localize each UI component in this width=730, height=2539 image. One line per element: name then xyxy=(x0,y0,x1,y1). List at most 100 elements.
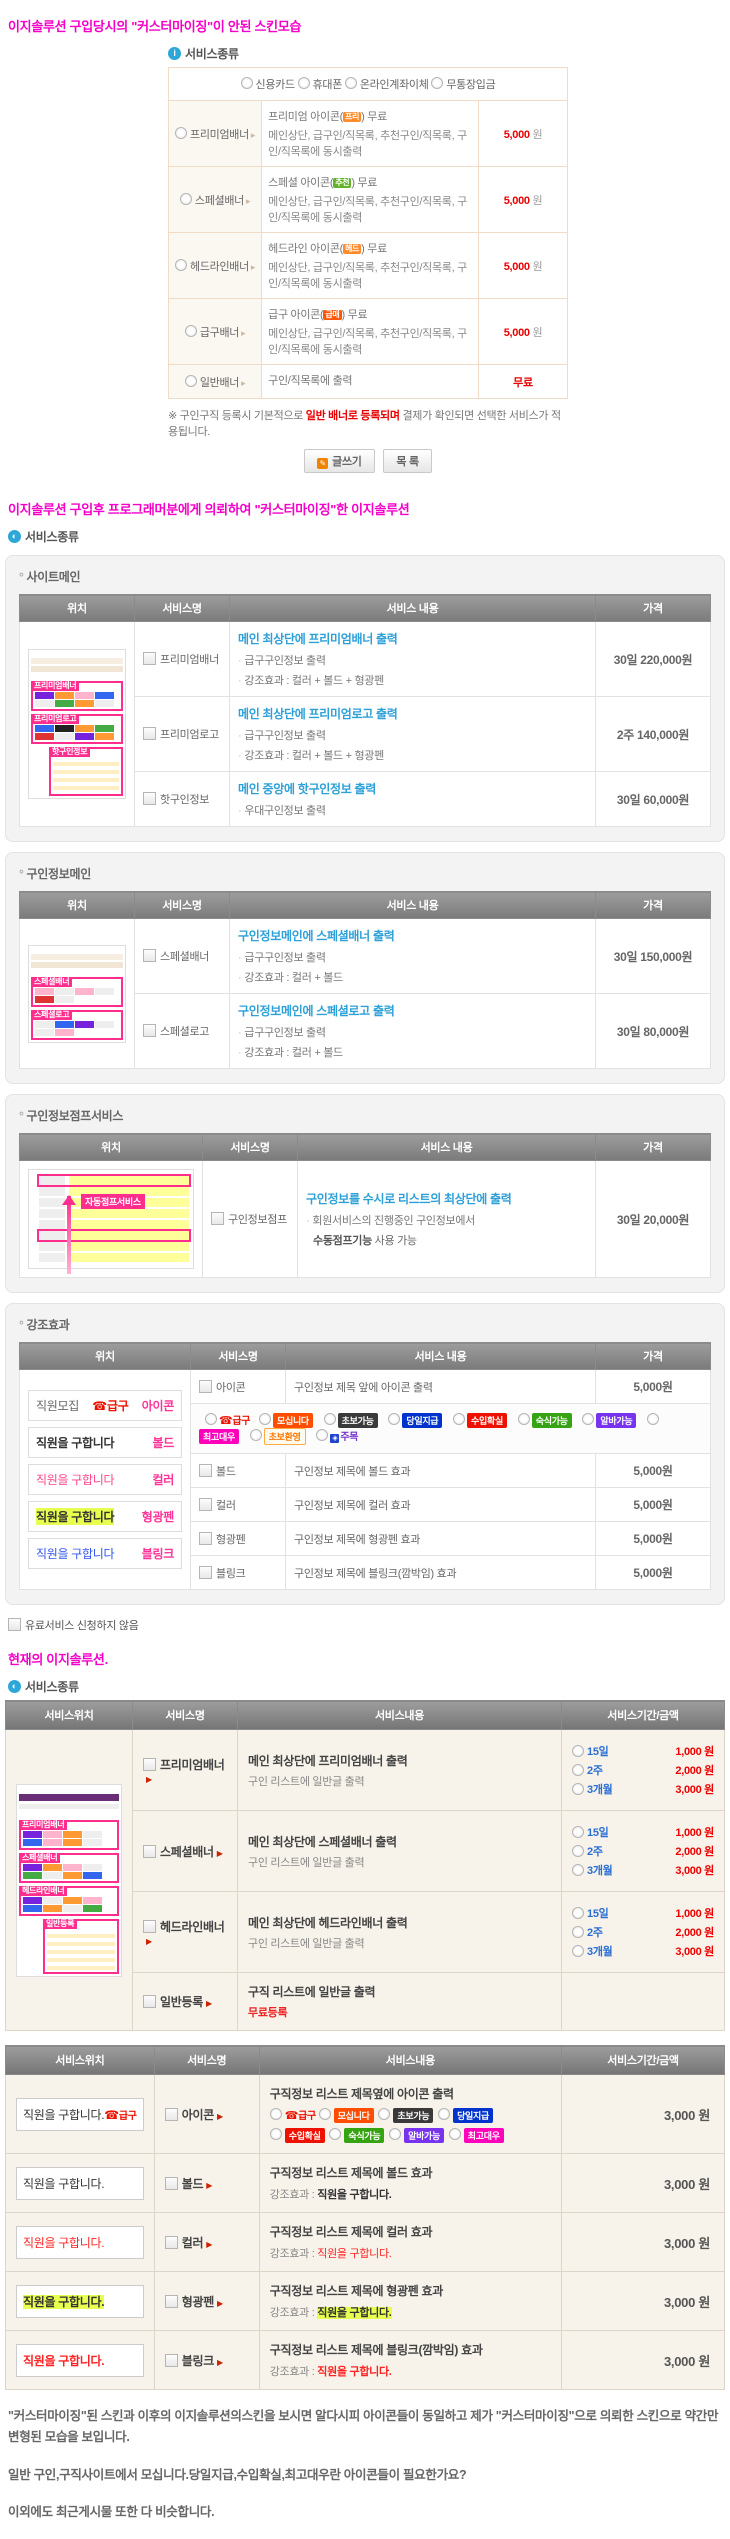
radio-duration-15d[interactable] xyxy=(572,1907,584,1919)
radio-online-transfer[interactable] xyxy=(345,77,357,89)
badge-mosimnida: 모십니다 xyxy=(273,1413,313,1428)
service-line1: 구직정보 리스트 제목에 컬러 효과 xyxy=(270,2223,551,2240)
radio-badge-choego[interactable] xyxy=(647,1413,659,1425)
service-desc: 구인정보 제목에 블링크(깜박임) 효과 xyxy=(286,1556,596,1590)
table-row: 프리미엄배너 스페셜배너 헤드라인배너 일반등록 프리미엄배너▶ 메인 xyxy=(6,1730,725,1811)
service-line2: 구인 리스트에 일반글 출력 xyxy=(248,1773,551,1789)
checkbox-cur-headline-banner[interactable] xyxy=(143,1920,156,1933)
radio-badge-gupgu[interactable] xyxy=(205,1413,217,1425)
radio-badge-dangil[interactable] xyxy=(388,1413,400,1425)
service-desc: 구인정보 제목에 컬러 효과 xyxy=(286,1488,596,1522)
radio-duration-3m[interactable] xyxy=(572,1945,584,1957)
checkbox-icon-effect[interactable] xyxy=(199,1380,212,1393)
list-button[interactable]: 목 록 xyxy=(383,449,431,473)
comment-paragraph-3: 이외에도 최근게시물 또한 다 비슷합니다. xyxy=(8,2502,722,2523)
checkbox-special-banner[interactable] xyxy=(143,949,156,962)
checkbox-cur-color[interactable] xyxy=(165,2236,178,2249)
service-line1: 메인 최상단에 스페셜배너 출력 xyxy=(248,1833,551,1850)
thumb-special-banner-area: 스페셜배너 xyxy=(31,977,123,1007)
effect-sample: 직원을 구합니다. xyxy=(317,2366,391,2378)
radio-badge-gupgu[interactable] xyxy=(270,2108,282,2120)
checkbox-hot-info[interactable] xyxy=(143,792,156,805)
checkbox-color-effect[interactable] xyxy=(199,1498,212,1511)
checkbox-cur-normal-register[interactable] xyxy=(143,1995,156,2008)
checkbox-jump[interactable] xyxy=(211,1212,224,1225)
col-service-content: 서비스 내용 xyxy=(298,1134,596,1161)
radio-premium-banner[interactable] xyxy=(175,127,187,139)
chevron-right-icon: ▸ xyxy=(251,130,255,140)
checkbox-cur-blink[interactable] xyxy=(165,2354,178,2367)
service-bullet1: 급구구인정보 출력 xyxy=(238,1024,587,1040)
thumb-premium-banner-area: 프리미엄배너 xyxy=(31,681,123,711)
badge-chobo-ganeung: 초보가능 xyxy=(393,2108,433,2123)
checkbox-no-paid-service[interactable] xyxy=(8,1618,21,1631)
radio-normal-banner[interactable] xyxy=(185,375,197,387)
radio-badge-suksik[interactable] xyxy=(518,1413,530,1425)
radio-badge-chobo[interactable] xyxy=(324,1413,336,1425)
checkbox-blink-effect[interactable] xyxy=(199,1566,212,1579)
checkbox-cur-bold[interactable] xyxy=(165,2177,178,2190)
radio-duration-2w[interactable] xyxy=(572,1845,584,1857)
checkbox-premium-banner[interactable] xyxy=(143,652,156,665)
checkbox-highlight-effect[interactable] xyxy=(199,1532,212,1545)
radio-badge-suip[interactable] xyxy=(453,1413,465,1425)
checkbox-cur-special-banner[interactable] xyxy=(143,1845,156,1858)
service-desc: 구인정보 제목에 형광펜 효과 xyxy=(286,1522,596,1556)
radio-badge-suksik[interactable] xyxy=(329,2128,341,2140)
radio-badge-alba[interactable] xyxy=(582,1413,594,1425)
price-unit: 원 xyxy=(532,129,542,141)
red-arrow-icon: ▶ xyxy=(146,1775,152,1784)
current-site-thumbnail: 프리미엄배너 스페셜배너 헤드라인배너 일반등록 xyxy=(16,1784,122,1977)
thumb-list xyxy=(53,758,119,792)
radio-badge-jumok[interactable] xyxy=(316,1429,328,1441)
radio-duration-15d[interactable] xyxy=(572,1745,584,1757)
table-row: 일반배너▸ 구인/직목록에 출력 무료 xyxy=(169,365,568,399)
radio-headline-banner[interactable] xyxy=(175,259,187,271)
effect-sample: 직원을 구합니다. xyxy=(317,2307,391,2319)
thumb-normal-register-area: 일반등록 xyxy=(43,1919,119,1974)
checkbox-special-logo[interactable] xyxy=(143,1024,156,1037)
radio-badge-mosim[interactable] xyxy=(319,2108,331,2120)
radio-credit-card[interactable] xyxy=(241,77,253,89)
radio-bank-deposit[interactable] xyxy=(431,77,443,89)
write-button[interactable]: ✎글쓰기 xyxy=(304,449,374,473)
radio-badge-chobo[interactable] xyxy=(378,2108,390,2120)
radio-urgent-banner[interactable] xyxy=(185,325,197,337)
radio-mobile[interactable] xyxy=(298,77,310,89)
radio-duration-3m[interactable] xyxy=(572,1783,584,1795)
radio-badge-dangil[interactable] xyxy=(438,2108,450,2120)
col-service-name: 서비스명 xyxy=(203,1134,298,1161)
checkbox-cur-premium-banner[interactable] xyxy=(143,1758,156,1771)
service-desc: 헤드라인 아이콘( xyxy=(268,243,343,255)
checkbox-cur-icon[interactable] xyxy=(165,2108,178,2121)
radio-duration-15d[interactable] xyxy=(572,1826,584,1838)
radio-badge-choego[interactable] xyxy=(449,2128,461,2140)
service-type-header: ◐ 서비스종류 xyxy=(8,528,730,545)
radio-duration-3m[interactable] xyxy=(572,1864,584,1876)
col-service-position: 서비스위치 xyxy=(6,2046,155,2075)
service-bullet2: 강조효과 : 컬러 + 볼드 xyxy=(238,969,587,985)
price-unit: 원 xyxy=(532,261,542,273)
service-name: 스페셜배너 xyxy=(160,1845,214,1859)
radio-badge-suip[interactable] xyxy=(270,2128,282,2140)
checkbox-premium-logo[interactable] xyxy=(143,727,156,740)
checkbox-cur-highlight[interactable] xyxy=(165,2295,178,2308)
no-paid-service-option[interactable]: 유료서비스 신청하지 않음 xyxy=(8,1617,730,1633)
comment-paragraph-1: "커스터마이징"된 스킨과 이후의 이지솔루션의스킨을 보시면 알다시피 아이콘… xyxy=(8,2406,722,2449)
radio-duration-2w[interactable] xyxy=(572,1764,584,1776)
radio-badge-mosim[interactable] xyxy=(259,1413,271,1425)
duration-label: 3개월 xyxy=(587,1781,633,1797)
radio-badge-chobohwan[interactable] xyxy=(250,1429,262,1441)
badge-gupgu: 급구 xyxy=(298,2111,316,2122)
premium-bubble-icon: 프리 xyxy=(343,112,361,122)
radio-badge-alba[interactable] xyxy=(389,2128,401,2140)
table-row: 직원을 구합니다.☎급구 아이콘▶ 구직정보 리스트 제목옆에 아이콘 출력 ☎… xyxy=(6,2075,725,2154)
duration-price: 1,000 원 xyxy=(675,1743,714,1759)
service-headline: 메인 최상단에 프리미엄로고 출력 xyxy=(238,705,587,722)
radio-special-banner[interactable] xyxy=(180,193,192,205)
checkbox-bold-effect[interactable] xyxy=(199,1464,212,1477)
service-type-header: ◐ 서비스종류 xyxy=(8,1678,730,1695)
service-name: 헤드라인배너 xyxy=(160,1920,224,1934)
radio-duration-2w[interactable] xyxy=(572,1926,584,1938)
service-desc: 구인정보 제목 앞에 아이콘 출력 xyxy=(286,1370,596,1404)
